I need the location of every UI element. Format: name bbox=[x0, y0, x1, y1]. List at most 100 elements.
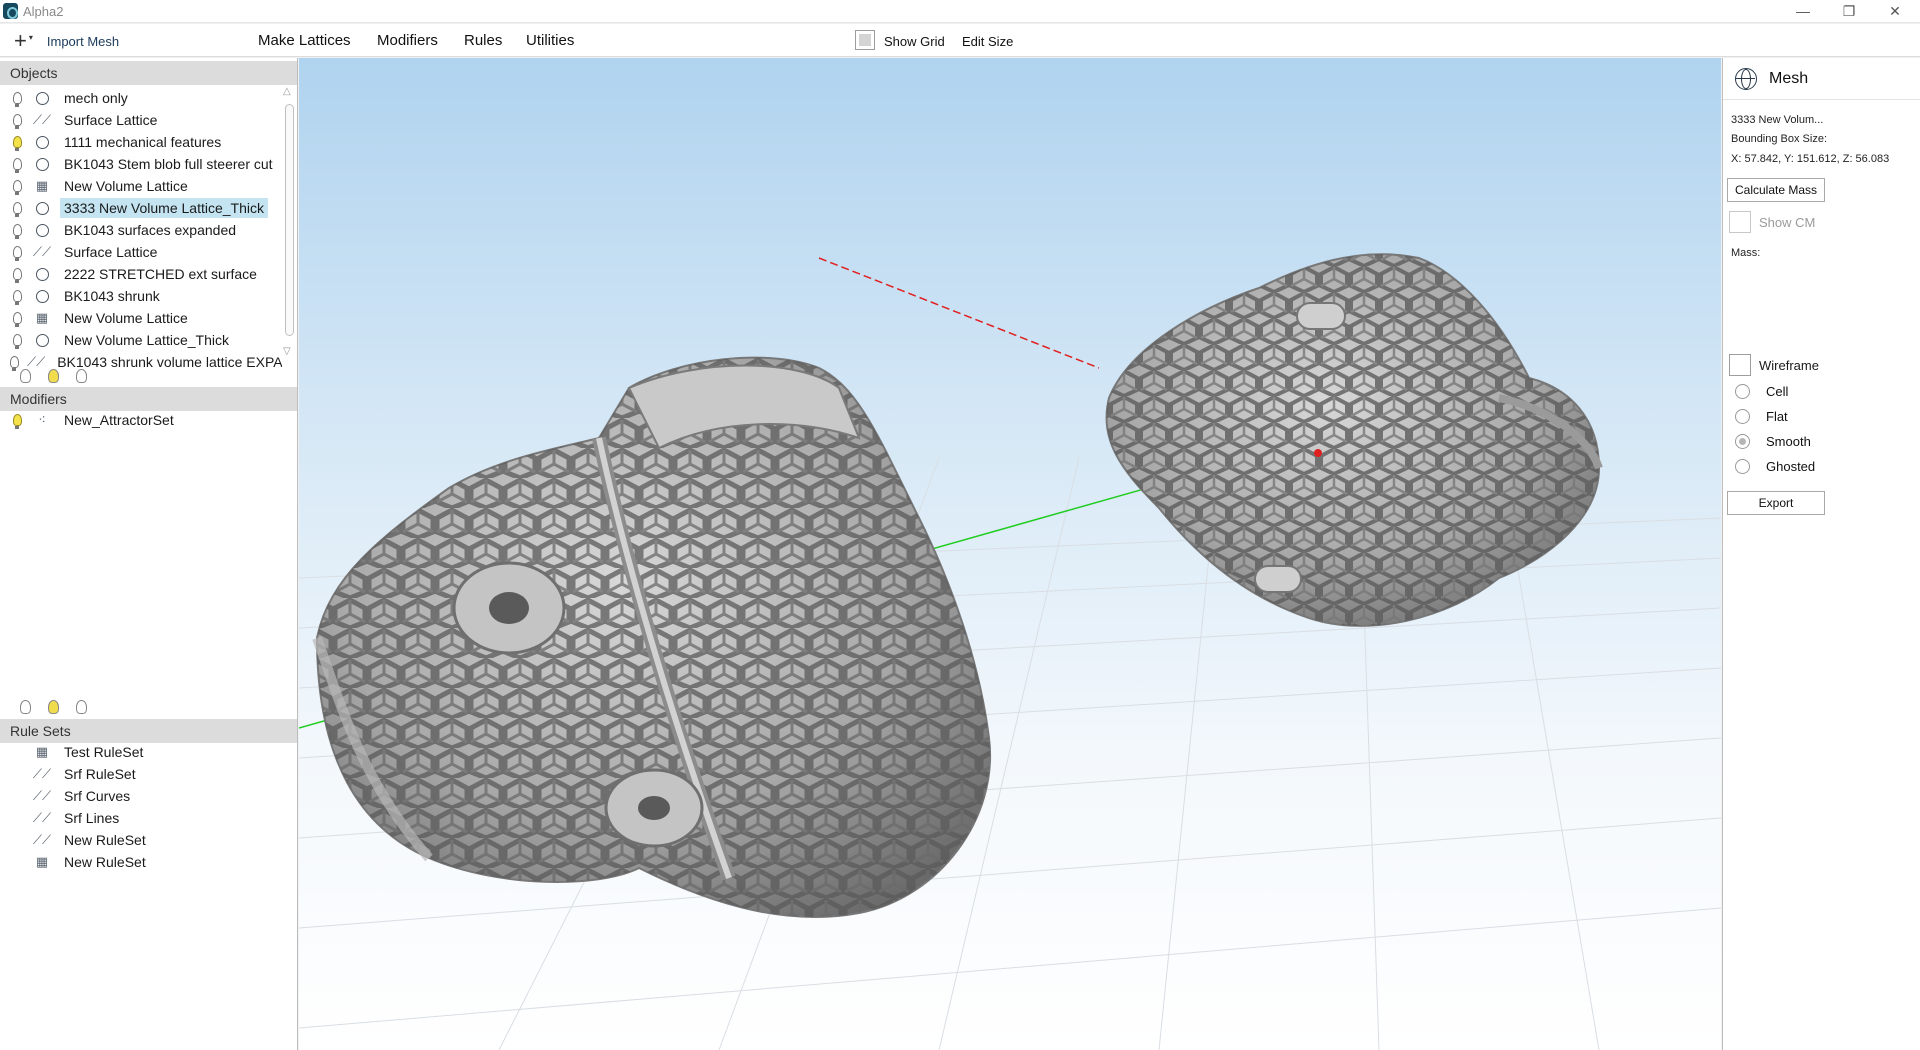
object-item[interactable]: New Volume Lattice_Thick bbox=[0, 329, 282, 351]
ruleset-item[interactable]: ⟋⟋ Srf Lines bbox=[0, 807, 282, 829]
volume-type-icon: ▦ bbox=[35, 178, 49, 193]
object-item[interactable]: BK1043 shrunk bbox=[0, 285, 282, 307]
wireframe-checkbox[interactable]: Wireframe bbox=[1729, 354, 1819, 376]
menu-make-lattices[interactable]: Make Lattices bbox=[258, 32, 351, 49]
toggle-bulb-icon[interactable] bbox=[72, 694, 90, 714]
object-item-label: 3333 New Volume Lattice_Thick bbox=[60, 198, 268, 218]
show-all-bulb-icon[interactable] bbox=[44, 363, 62, 383]
object-item[interactable]: ⟋⟋ Surface Lattice bbox=[0, 241, 282, 263]
wireframe-box[interactable] bbox=[1729, 354, 1751, 376]
object-item[interactable]: ▦ New Volume Lattice bbox=[0, 175, 282, 197]
plus-icon: + bbox=[14, 28, 27, 53]
mesh-type-icon bbox=[32, 91, 52, 105]
menu-bar: + ▾ Import Mesh Make Lattices Modifiers … bbox=[0, 24, 1920, 57]
hide-all-bulb-icon[interactable] bbox=[16, 363, 34, 383]
visibility-bulb-icon[interactable] bbox=[10, 268, 24, 283]
properties-header: Mesh bbox=[1723, 58, 1920, 100]
menu-utilities[interactable]: Utilities bbox=[526, 32, 574, 49]
export-button[interactable]: Export bbox=[1727, 491, 1825, 515]
render-ghosted-radio[interactable]: Ghosted bbox=[1735, 459, 1815, 474]
scroll-down-arrow-icon[interactable]: ▽ bbox=[283, 346, 291, 357]
viewport-scene bbox=[299, 253, 1721, 1050]
mesh-type-icon bbox=[32, 223, 52, 237]
visibility-bulb-icon[interactable] bbox=[10, 246, 24, 261]
rulesets-header: Rule Sets bbox=[0, 719, 297, 743]
scroll-up-arrow-icon[interactable]: △ bbox=[283, 86, 291, 97]
object-item-label: BK1043 Stem blob full steerer cut bbox=[64, 156, 273, 172]
show-grid-label[interactable]: Show Grid bbox=[884, 34, 945, 49]
close-button[interactable]: ✕ bbox=[1872, 0, 1918, 22]
import-mesh-label: Import Mesh bbox=[46, 33, 120, 49]
object-item-label: BK1043 shrunk bbox=[64, 288, 160, 304]
show-grid-checkbox[interactable] bbox=[855, 30, 875, 50]
object-item[interactable]: 3333 New Volume Lattice_Thick bbox=[0, 197, 282, 219]
ruleset-item-label: Srf RuleSet bbox=[64, 766, 136, 782]
caret-down-icon: ▾ bbox=[28, 32, 33, 42]
3d-viewport[interactable] bbox=[299, 58, 1721, 1050]
import-mesh-button[interactable]: + ▾ Import Mesh bbox=[14, 29, 119, 53]
visibility-bulb-icon[interactable] bbox=[10, 290, 24, 305]
surface-type-icon: ⟋⟋ bbox=[32, 788, 52, 803]
ruleset-item[interactable]: ⟋⟋ Srf RuleSet bbox=[0, 763, 282, 785]
object-item[interactable]: ⟋⟋ Surface Lattice bbox=[0, 109, 282, 131]
mesh-type-icon bbox=[32, 201, 52, 215]
hide-all-bulb-icon[interactable] bbox=[16, 694, 34, 714]
object-item-label: 2222 STRETCHED ext surface bbox=[64, 266, 257, 282]
toggle-bulb-icon[interactable] bbox=[72, 363, 90, 383]
object-item[interactable]: mech only bbox=[0, 87, 282, 109]
scroll-thumb[interactable] bbox=[285, 104, 294, 336]
object-item-label: New Volume Lattice bbox=[64, 178, 188, 194]
show-cm-label: Show CM bbox=[1759, 214, 1816, 230]
objects-header: Objects bbox=[0, 61, 297, 85]
menu-rules[interactable]: Rules bbox=[464, 32, 502, 49]
surface-type-icon: ⟋⟋ bbox=[32, 112, 52, 127]
visibility-bulb-icon[interactable] bbox=[10, 414, 24, 429]
show-cm-checkbox[interactable]: Show CM bbox=[1729, 211, 1815, 233]
minimize-button[interactable]: — bbox=[1780, 0, 1826, 22]
visibility-bulb-icon[interactable] bbox=[10, 136, 24, 151]
mesh-type-icon bbox=[32, 289, 52, 303]
objects-visibility-tools bbox=[16, 363, 90, 383]
ruleset-item[interactable]: ▦ New RuleSet bbox=[0, 851, 282, 873]
menu-modifiers[interactable]: Modifiers bbox=[377, 32, 438, 49]
object-item[interactable]: 2222 STRETCHED ext surface bbox=[0, 263, 282, 285]
window-title: Alpha2 bbox=[23, 4, 64, 19]
mesh-type-icon bbox=[32, 135, 52, 149]
ruleset-item[interactable]: ▦ Test RuleSet bbox=[0, 741, 282, 763]
object-item[interactable]: BK1043 surfaces expanded bbox=[0, 219, 282, 241]
surface-type-icon: ⟋⟋ bbox=[32, 766, 52, 781]
visibility-bulb-icon[interactable] bbox=[10, 312, 24, 327]
object-item[interactable]: ▦ New Volume Lattice bbox=[0, 307, 282, 329]
calculate-mass-button[interactable]: Calculate Mass bbox=[1727, 178, 1825, 202]
title-bar: Alpha2 — ❐ ✕ bbox=[0, 0, 1920, 23]
visibility-bulb-icon[interactable] bbox=[10, 158, 24, 173]
mass-label: Mass: bbox=[1731, 247, 1761, 259]
bbox-label: Bounding Box Size: bbox=[1731, 133, 1828, 145]
attractor-type-icon: ⁖ bbox=[38, 412, 46, 427]
visibility-bulb-icon[interactable] bbox=[10, 92, 24, 107]
visibility-bulb-icon[interactable] bbox=[10, 114, 24, 129]
visibility-bulb-icon[interactable] bbox=[10, 224, 24, 239]
object-item-label: New Volume Lattice bbox=[64, 310, 188, 326]
render-flat-radio[interactable]: Flat bbox=[1735, 409, 1788, 424]
show-all-bulb-icon[interactable] bbox=[44, 694, 62, 714]
render-cell-radio[interactable]: Cell bbox=[1735, 384, 1788, 399]
edit-size-button[interactable]: Edit Size bbox=[962, 34, 1013, 49]
modifier-item[interactable]: ⁖ New_AttractorSet bbox=[0, 409, 282, 431]
ruleset-item[interactable]: ⟋⟋ Srf Curves bbox=[0, 785, 282, 807]
lattice-mesh-left bbox=[312, 356, 992, 918]
show-cm-box[interactable] bbox=[1729, 211, 1751, 233]
ruleset-item-label: Srf Curves bbox=[64, 788, 131, 804]
render-smooth-radio[interactable]: Smooth bbox=[1735, 434, 1811, 449]
mesh-type-icon bbox=[32, 267, 52, 281]
wireframe-label: Wireframe bbox=[1759, 357, 1819, 373]
objects-scrollbar[interactable]: △ ▽ bbox=[283, 86, 296, 361]
visibility-bulb-icon[interactable] bbox=[10, 334, 24, 349]
mesh-type-icon bbox=[32, 157, 52, 171]
object-item[interactable]: 1111 mechanical features bbox=[0, 131, 282, 153]
visibility-bulb-icon[interactable] bbox=[10, 202, 24, 217]
ruleset-item[interactable]: ⟋⟋ New RuleSet bbox=[0, 829, 282, 851]
maximize-button[interactable]: ❐ bbox=[1826, 0, 1872, 22]
visibility-bulb-icon[interactable] bbox=[10, 180, 24, 195]
object-item[interactable]: BK1043 Stem blob full steerer cut bbox=[0, 153, 282, 175]
